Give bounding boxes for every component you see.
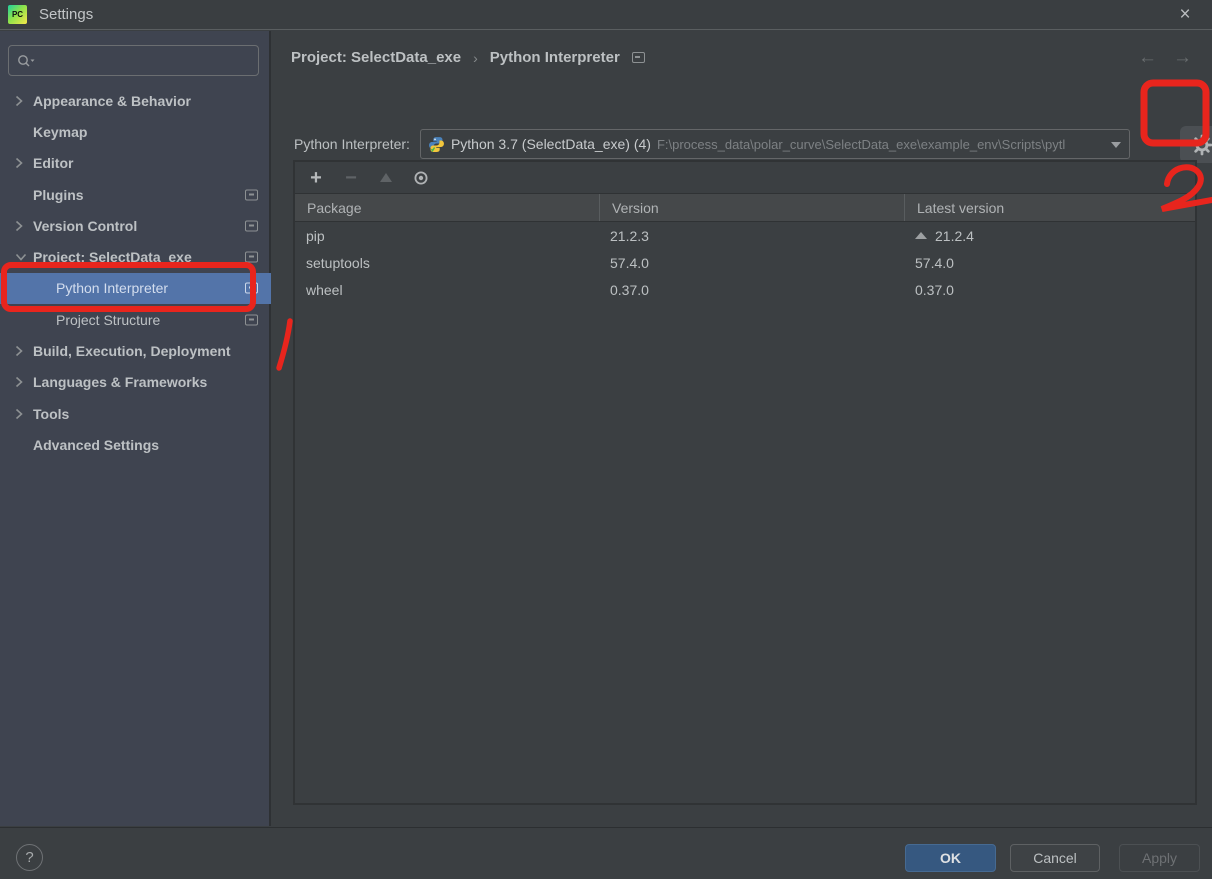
- sidebar-item-languages-frameworks[interactable]: Languages & Frameworks: [0, 367, 271, 398]
- chevron-down-icon: [15, 254, 27, 261]
- sidebar-item-appearance-behavior[interactable]: Appearance & Behavior: [0, 85, 271, 116]
- sidebar-item-advanced-settings[interactable]: Advanced Settings: [0, 429, 271, 460]
- search-icon: [18, 54, 35, 66]
- apply-button[interactable]: Apply: [1119, 844, 1200, 872]
- interpreter-path: F:\process_data\polar_curve\SelectData_e…: [656, 136, 1066, 152]
- settings-page-icon: [245, 314, 258, 326]
- combo-dropdown-icon[interactable]: [1110, 142, 1121, 148]
- install-package-button[interactable]: +: [305, 167, 327, 189]
- forward-arrow-icon[interactable]: →: [1173, 47, 1192, 69]
- column-header-latest-version[interactable]: Latest version: [904, 194, 1195, 221]
- breadcrumb-separator: ›: [473, 49, 478, 66]
- table-row-wheel[interactable]: wheel 0.37.0 0.37.0: [295, 276, 1195, 303]
- upgrade-package-button[interactable]: [375, 167, 397, 189]
- chevron-right-icon: [15, 408, 23, 419]
- history-nav: ← →: [1138, 47, 1192, 69]
- chevron-right-icon: [15, 95, 23, 106]
- packages-panel: + − Package Version Latest version pip 2…: [293, 160, 1197, 805]
- chevron-right-icon: [15, 220, 23, 231]
- uninstall-package-button[interactable]: −: [340, 167, 362, 189]
- breadcrumb-project[interactable]: Project: SelectData_exe: [291, 49, 461, 66]
- column-header-version[interactable]: Version: [599, 194, 904, 221]
- table-row-setuptools[interactable]: setuptools 57.4.0 57.4.0: [295, 249, 1195, 276]
- breadcrumb-page: Python Interpreter: [489, 49, 620, 66]
- sidebar-item-tools[interactable]: Tools: [0, 398, 271, 429]
- eye-icon: [414, 171, 428, 184]
- packages-table-header: Package Version Latest version: [295, 193, 1195, 222]
- settings-page-icon: [245, 189, 258, 201]
- sidebar-item-plugins[interactable]: Plugins: [0, 179, 271, 210]
- settings-tree: Appearance & Behavior Keymap Editor Plug…: [0, 85, 271, 461]
- sidebar-item-editor[interactable]: Editor: [0, 148, 271, 179]
- settings-dialog: PC Settings × Appearance & Behavior Keym…: [0, 0, 1212, 879]
- sidebar-item-keymap[interactable]: Keymap: [0, 116, 271, 147]
- gear-icon: [1191, 134, 1212, 155]
- dialog-footer: ? OK Cancel Apply: [0, 827, 1212, 879]
- settings-page-icon: [245, 282, 258, 294]
- upgrade-icon: [380, 173, 392, 182]
- interpreter-gear-button[interactable]: [1180, 126, 1212, 163]
- settings-search-box[interactable]: [8, 45, 259, 76]
- interpreter-label: Python Interpreter:: [294, 136, 410, 152]
- sidebar-item-build-execution-deployment[interactable]: Build, Execution, Deployment: [0, 335, 271, 366]
- settings-page-icon: [631, 52, 645, 63]
- close-icon[interactable]: ×: [1172, 3, 1198, 27]
- settings-page-icon: [245, 251, 258, 263]
- breadcrumb: Project: SelectData_exe › Python Interpr…: [291, 49, 645, 66]
- cancel-button[interactable]: Cancel: [1010, 844, 1100, 872]
- sidebar-item-project-structure[interactable]: Project Structure: [0, 304, 271, 335]
- ok-button[interactable]: OK: [905, 844, 996, 872]
- pycharm-logo-icon: PC: [8, 5, 27, 24]
- interpreter-combobox[interactable]: Python 3.7 (SelectData_exe) (4) F:\proce…: [419, 129, 1130, 159]
- settings-sidebar: Appearance & Behavior Keymap Editor Plug…: [0, 31, 271, 826]
- settings-content: Project: SelectData_exe › Python Interpr…: [273, 31, 1212, 826]
- title-bar: PC Settings ×: [0, 0, 1212, 30]
- chevron-right-icon: [15, 345, 23, 357]
- settings-page-icon: [245, 220, 258, 232]
- window-title: Settings: [39, 6, 94, 23]
- interpreter-value: Python 3.7 (SelectData_exe) (4): [450, 136, 651, 152]
- chevron-right-icon: [15, 158, 23, 169]
- interpreter-row: Python Interpreter: Python 3.7 (SelectDa…: [294, 126, 1212, 163]
- python-logo-icon: [429, 136, 444, 152]
- search-input[interactable]: [35, 53, 235, 68]
- show-early-releases-button[interactable]: [410, 167, 432, 189]
- column-header-package[interactable]: Package: [295, 194, 599, 221]
- table-row-pip[interactable]: pip 21.2.3 21.2.4: [295, 222, 1195, 249]
- sidebar-item-project-selectdata-exe[interactable]: Project: SelectData_exe: [0, 241, 271, 272]
- chevron-right-icon: [15, 377, 23, 388]
- back-arrow-icon[interactable]: ←: [1138, 47, 1157, 69]
- packages-toolbar: + −: [295, 162, 1195, 193]
- upgrade-available-icon: [915, 232, 927, 239]
- sidebar-item-version-control[interactable]: Version Control: [0, 210, 271, 241]
- help-button[interactable]: ?: [16, 844, 43, 871]
- sidebar-item-python-interpreter[interactable]: Python Interpreter: [0, 272, 271, 305]
